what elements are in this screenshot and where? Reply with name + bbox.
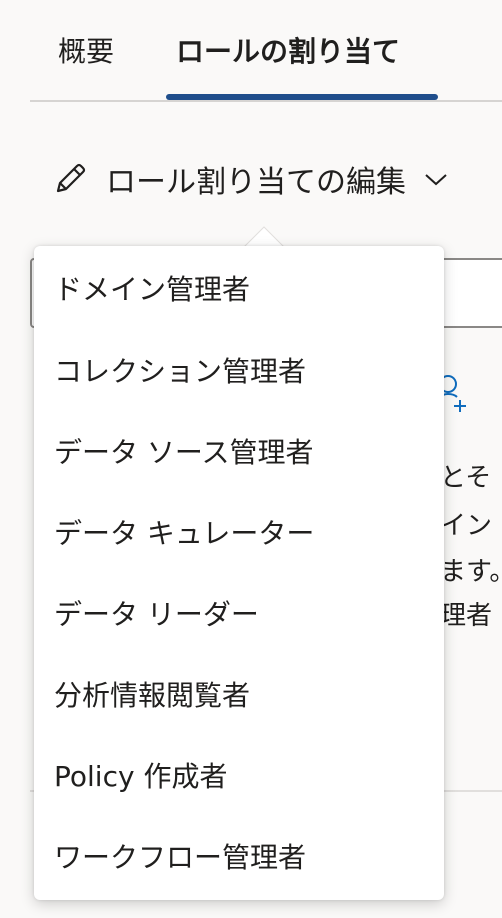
menu-item-data-curator[interactable]: データ キュレーター — [34, 492, 444, 572]
tab-bar: 概要 ロールの割り当て — [0, 0, 502, 102]
tab-overview[interactable]: 概要 — [58, 30, 114, 74]
background-text-line: イン — [440, 511, 493, 541]
role-dropdown-menu: ドメイン管理者 コレクション管理者 データ ソース管理者 データ キュレーター … — [34, 246, 444, 900]
edit-role-assignments-button[interactable]: ロール割り当ての編集 — [50, 154, 450, 204]
menu-item-insights-reader[interactable]: 分析情報閲覧者 — [34, 654, 444, 734]
dropdown-beak — [243, 226, 285, 248]
tabs-divider — [30, 100, 502, 102]
background-text-line: 理者 — [440, 601, 493, 631]
menu-item-workflow-admin[interactable]: ワークフロー管理者 — [34, 816, 444, 896]
pencil-icon — [56, 163, 86, 193]
menu-item-policy-author[interactable]: Policy 作成者 — [34, 735, 444, 815]
edit-role-assignments-label: ロール割り当ての編集 — [106, 165, 406, 200]
menu-item-data-reader[interactable]: データ リーダー — [34, 573, 444, 653]
tab-role-assignments[interactable]: ロールの割り当て — [176, 30, 400, 74]
background-text-line: とそ — [440, 463, 492, 493]
menu-item-domain-admin[interactable]: ドメイン管理者 — [34, 248, 444, 328]
chevron-down-icon[interactable] — [422, 165, 450, 193]
background-text-line: ます。 — [440, 557, 502, 587]
menu-item-collection-admin[interactable]: コレクション管理者 — [34, 330, 444, 410]
menu-item-data-source-admin[interactable]: データ ソース管理者 — [34, 411, 444, 491]
